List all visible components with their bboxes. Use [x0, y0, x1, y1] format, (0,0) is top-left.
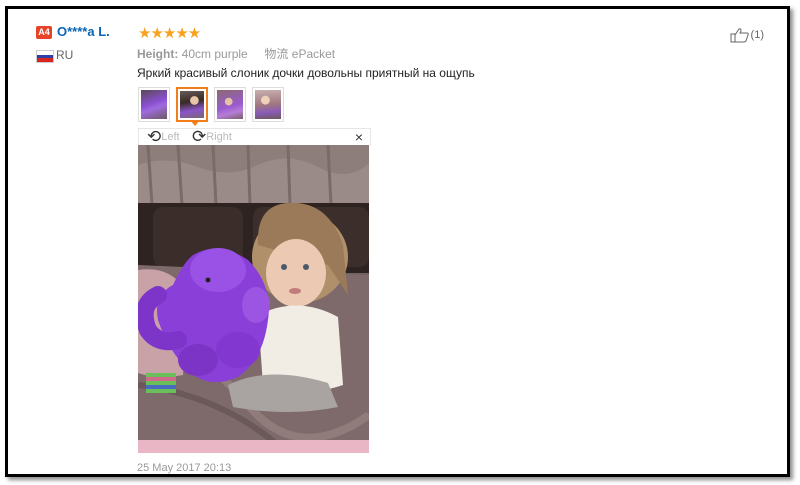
- review-date: 25 May 2017 20:13: [137, 462, 232, 474]
- helpful-button[interactable]: (1): [730, 27, 764, 43]
- photo-viewer-toolbar: ⟲ Left ⟳ Right ×: [138, 128, 371, 146]
- shipping-value: ePacket: [291, 47, 336, 61]
- review-comment: Яркий красивый слоник дочки довольны при…: [137, 66, 475, 80]
- photo-thumbnail-1[interactable]: [138, 87, 170, 122]
- photo-thumbnail-2[interactable]: [176, 87, 208, 122]
- close-viewer-icon[interactable]: ×: [355, 129, 363, 145]
- review-card: A4 O****a L. RU ★★★★★ Height: 40cm purpl…: [5, 6, 790, 477]
- rotate-right-label: Right: [206, 131, 232, 143]
- attr-value: 40cm purple: [181, 47, 248, 61]
- photo-thumbnail-3[interactable]: [214, 87, 246, 122]
- review-photo: [138, 145, 369, 453]
- rotate-left-icon: ⟲: [147, 127, 162, 146]
- rotate-left-label: Left: [161, 131, 180, 143]
- photo-thumbnail-4[interactable]: [252, 87, 284, 122]
- level-badge: A4: [36, 26, 52, 39]
- rotate-right-icon: ⟳: [192, 127, 207, 146]
- photo-thumbnails: [138, 87, 284, 122]
- product-attributes: Height: 40cm purple 物流 ePacket: [137, 45, 335, 62]
- thumbs-up-icon: [730, 28, 749, 43]
- attr-label: Height:: [137, 47, 179, 61]
- helpful-count: (1): [750, 29, 764, 41]
- reviewer-name[interactable]: O****a L.: [57, 24, 110, 39]
- rating-stars: ★★★★★: [138, 25, 201, 42]
- active-thumb-pointer-icon: [190, 120, 200, 126]
- rotate-right-button[interactable]: ⟳ Right: [192, 127, 232, 146]
- reviewer-country: RU: [56, 48, 74, 62]
- shipping-label: 物流: [264, 47, 289, 61]
- rotate-left-button[interactable]: ⟲ Left: [147, 127, 180, 146]
- russia-flag-icon: [36, 50, 54, 63]
